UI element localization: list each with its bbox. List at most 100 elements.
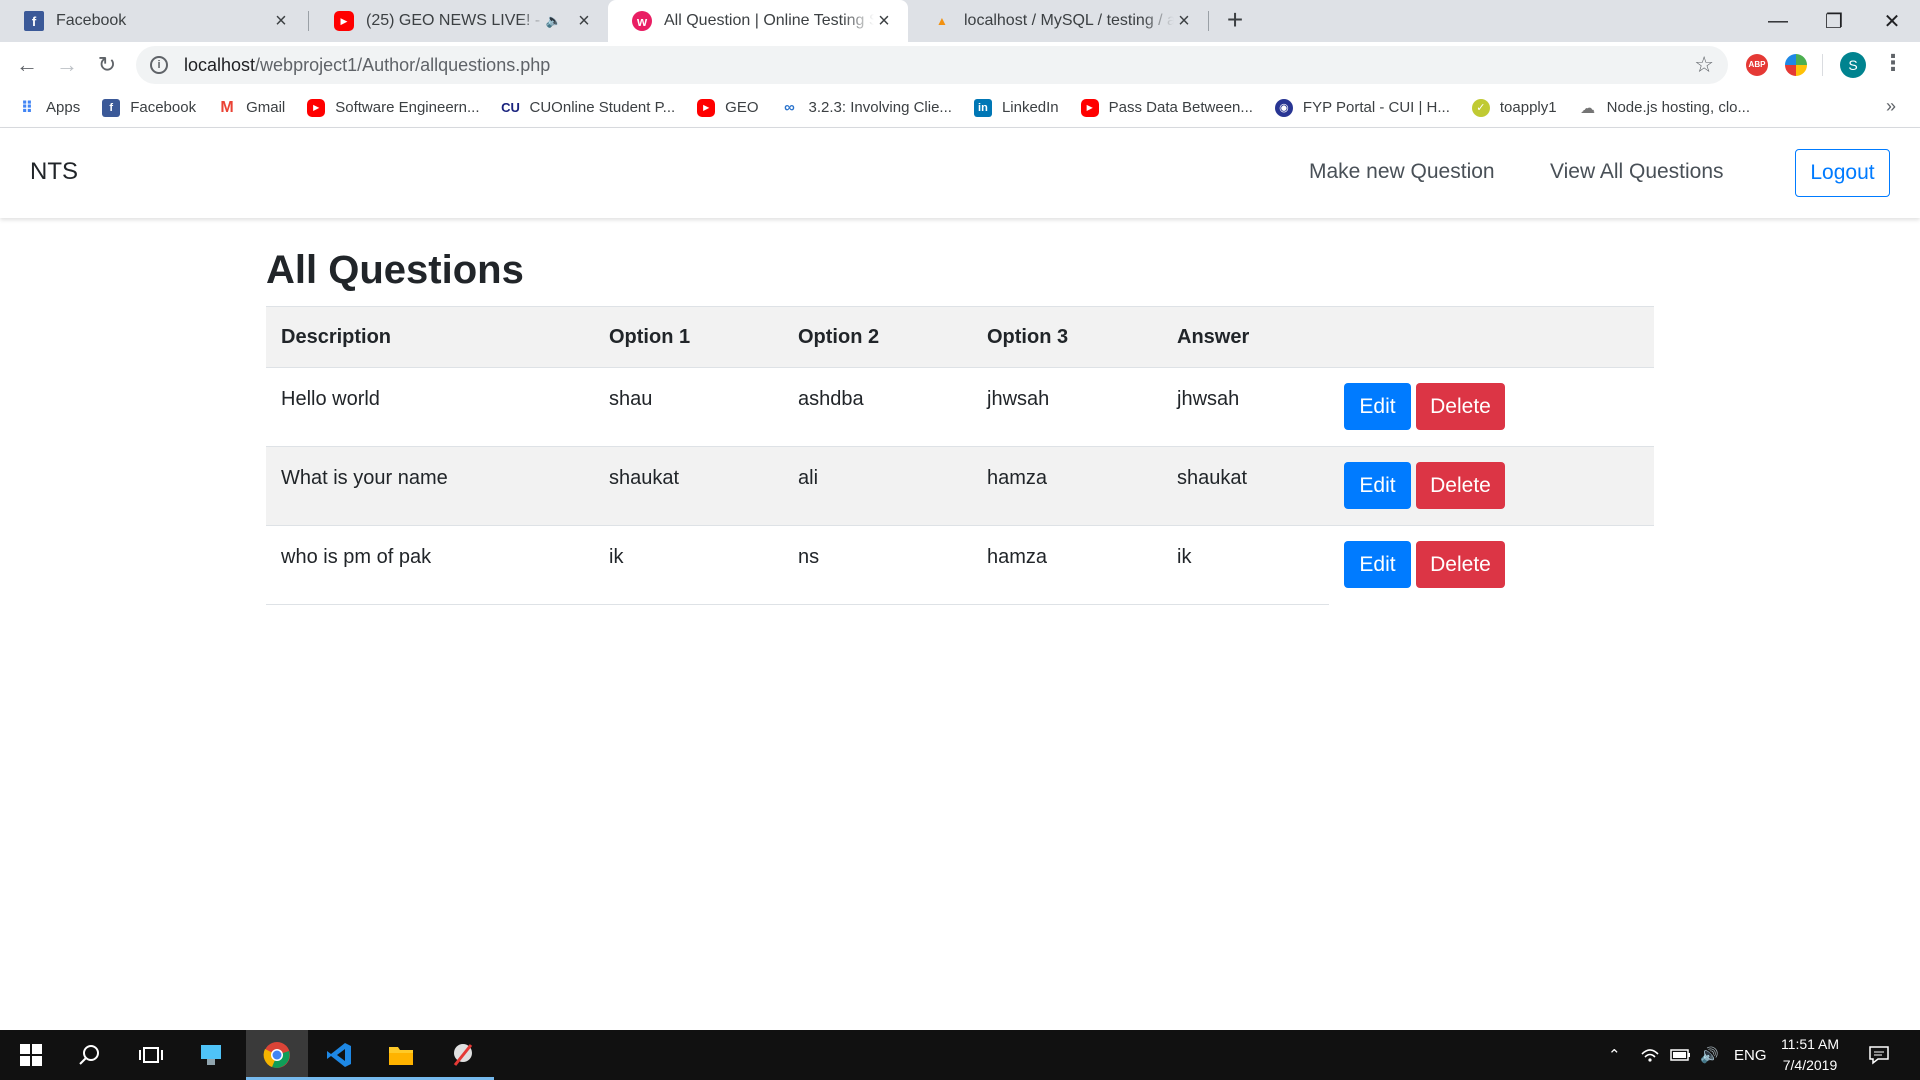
close-tab-icon[interactable]: × <box>1174 10 1194 33</box>
logout-button[interactable]: Logout <box>1795 149 1890 197</box>
bookmark-apps[interactable]: ⠿ Apps <box>18 99 80 117</box>
wamp-icon: w <box>632 11 652 31</box>
bookmark-facebook[interactable]: f Facebook <box>102 98 196 117</box>
cu-icon: CU <box>501 100 520 115</box>
new-tab-button[interactable]: + <box>1220 6 1250 36</box>
bookmark-software-engineering[interactable]: ▶ Software Engineern... <box>307 98 480 117</box>
cell-option-2: ns <box>783 525 972 605</box>
cell-answer: shaukat <box>1162 446 1329 526</box>
column-header-answer: Answer <box>1162 306 1329 368</box>
speaker-icon[interactable]: 🔈 <box>546 13 562 29</box>
nav-view-all-questions[interactable]: View All Questions <box>1550 160 1724 184</box>
table-row: Hello world shau ashdba jhwsah jhwsah Ed… <box>266 367 1654 447</box>
notifications-icon[interactable] <box>1868 1030 1890 1080</box>
facebook-icon: f <box>24 11 44 31</box>
search-icon[interactable] <box>58 1030 120 1080</box>
cloud-icon: ☁ <box>1580 99 1596 117</box>
site-navbar: NTS Make new Question View All Questions… <box>0 128 1920 218</box>
address-bar[interactable]: i localhost/webproject1/Author/allquesti… <box>136 46 1728 84</box>
edit-button[interactable]: Edit <box>1344 462 1411 509</box>
cell-option-2: ashdba <box>783 367 972 447</box>
linkedin-icon: in <box>973 98 992 117</box>
windows-start-icon[interactable] <box>0 1030 62 1080</box>
delete-button[interactable]: Delete <box>1416 541 1505 588</box>
site-info-icon[interactable]: i <box>150 56 168 74</box>
browser-tab-strip: f Facebook × ▶ (25) GEO NEWS LIVE! - Pak… <box>0 0 1920 42</box>
taskbar-clock[interactable]: 11:51 AM 7/4/2019 <box>1770 1034 1850 1076</box>
cell-description: who is pm of pak <box>266 525 594 605</box>
close-tab-icon[interactable]: × <box>574 10 594 33</box>
brand-logo[interactable]: NTS <box>30 158 78 186</box>
file-explorer-icon[interactable] <box>370 1030 432 1080</box>
reload-icon[interactable]: ↻ <box>92 50 122 80</box>
forward-arrow-icon[interactable]: → <box>52 50 82 80</box>
browser-tab-all-question[interactable]: w All Question | Online Testing System × <box>608 0 908 42</box>
bookmark-toapply1[interactable]: ✓ toapply1 <box>1471 98 1557 117</box>
cell-actions: Edit Delete <box>1329 446 1654 526</box>
edit-button[interactable]: Edit <box>1344 383 1411 430</box>
back-arrow-icon[interactable]: ← <box>12 50 42 80</box>
minimize-window-button[interactable]: — <box>1750 0 1806 42</box>
browser-menu-icon[interactable]: ⋮ <box>1882 50 1904 76</box>
bookmark-nodejs-hosting[interactable]: ☁ Node.js hosting, clo... <box>1579 99 1750 117</box>
bookmark-label: Gmail <box>246 99 286 116</box>
bookmark-label: 3.2.3: Involving Clie... <box>808 99 952 116</box>
url-path: /webproject1/Author/allquestions.php <box>255 54 551 75</box>
cell-option-3: jhwsah <box>972 367 1162 447</box>
bookmark-label: GEO <box>725 99 759 116</box>
edit-button[interactable]: Edit <box>1344 541 1411 588</box>
language-indicator[interactable]: ENG <box>1734 1030 1767 1080</box>
close-tab-icon[interactable]: × <box>874 10 894 33</box>
bookmark-label: Pass Data Between... <box>1108 99 1253 116</box>
volume-icon[interactable]: 🔊 <box>1700 1030 1719 1080</box>
bookmark-pass-data[interactable]: ▶ Pass Data Between... <box>1080 98 1253 117</box>
cell-option-1: shaukat <box>594 446 783 526</box>
chrome-taskbar-icon[interactable] <box>246 1030 308 1080</box>
browser-tab-facebook[interactable]: f Facebook × <box>0 0 305 42</box>
bookmark-fyp-portal[interactable]: ◉ FYP Portal - CUI | H... <box>1274 98 1450 117</box>
table-row: who is pm of pak ik ns hamza ik Edit Dele… <box>266 525 1654 605</box>
more-bookmarks-icon[interactable]: » <box>1886 96 1896 117</box>
task-view-icon[interactable] <box>120 1030 182 1080</box>
cell-option-1: ik <box>594 525 783 605</box>
coursera-icon: ∞ <box>784 99 795 116</box>
show-hidden-icons[interactable]: ⌃ <box>1608 1030 1621 1080</box>
clock-date: 7/4/2019 <box>1782 1057 1838 1073</box>
bookmark-gmail[interactable]: M Gmail <box>218 99 285 117</box>
questions-table: Description Option 1 Option 2 Option 3 A… <box>266 306 1654 605</box>
bookmark-geo[interactable]: ▶ GEO <box>697 98 759 117</box>
tab-title: Facebook <box>56 12 127 29</box>
clock-time: 11:51 AM <box>1780 1036 1840 1052</box>
column-header-option-3: Option 3 <box>972 306 1162 368</box>
battery-icon[interactable] <box>1670 1030 1692 1080</box>
close-tab-icon[interactable]: × <box>271 10 291 33</box>
vscode-taskbar-icon[interactable] <box>308 1030 370 1080</box>
snipping-tool-icon[interactable] <box>432 1030 494 1080</box>
close-window-button[interactable]: ✕ <box>1864 0 1920 42</box>
cell-option-1: shau <box>594 367 783 447</box>
restore-window-button[interactable]: ❐ <box>1806 0 1862 42</box>
bookmark-star-icon[interactable]: ☆ <box>1694 52 1714 78</box>
facebook-icon: f <box>102 98 121 117</box>
computer-app-icon[interactable] <box>182 1030 244 1080</box>
wifi-icon[interactable] <box>1640 1030 1660 1080</box>
cell-answer: ik <box>1162 525 1329 605</box>
youtube-icon: ▶ <box>697 98 716 117</box>
cell-option-2: ali <box>783 446 972 526</box>
browser-tab-geo-news[interactable]: ▶ (25) GEO NEWS LIVE! - Pakistan 🔈 × <box>310 0 608 42</box>
bookmark-linkedin[interactable]: in LinkedIn <box>973 98 1059 117</box>
cell-answer: jhwsah <box>1162 367 1329 447</box>
nav-make-new-question[interactable]: Make new Question <box>1309 160 1495 184</box>
adblock-icon[interactable]: ABP <box>1746 54 1768 76</box>
delete-button[interactable]: Delete <box>1416 383 1505 430</box>
extension-icon[interactable] <box>1785 54 1807 76</box>
bookmark-label: LinkedIn <box>1001 99 1059 116</box>
bookmark-involving-clients[interactable]: ∞ 3.2.3: Involving Clie... <box>781 99 952 117</box>
profile-avatar[interactable]: S <box>1840 52 1866 78</box>
bookmark-label: Apps <box>46 99 81 116</box>
delete-button[interactable]: Delete <box>1416 462 1505 509</box>
bookmark-cuonline[interactable]: CU CUOnline Student P... <box>501 99 675 117</box>
table-row: What is your name shaukat ali hamza shau… <box>266 446 1654 526</box>
column-header-actions <box>1329 306 1654 368</box>
browser-tab-phpmyadmin[interactable]: ▲ localhost / MySQL / testing / author × <box>908 0 1208 42</box>
